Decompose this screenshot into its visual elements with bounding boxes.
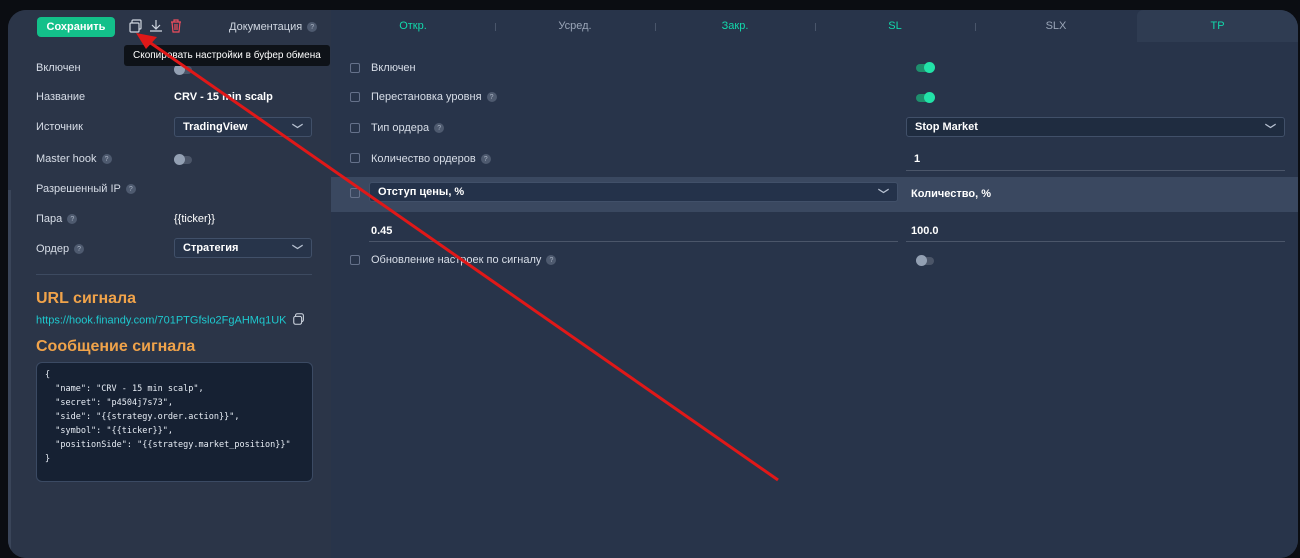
level-shift-toggle[interactable] [916, 92, 935, 103]
order-type-label-row: Тип ордера? [371, 117, 445, 139]
chevron-down-icon: ﹀ [292, 245, 303, 257]
order-type-label: Тип ордера [371, 122, 430, 134]
download-icon[interactable] [148, 18, 164, 34]
order-label: Ордер [36, 243, 70, 255]
checkbox[interactable] [350, 188, 360, 198]
save-button[interactable]: Сохранить [37, 17, 115, 37]
signal-message-code[interactable]: { "name": "CRV - 15 min scalp", "secret"… [36, 362, 313, 482]
input-underline [906, 170, 1285, 171]
divider [36, 274, 312, 275]
quantity-header: Количество, % [911, 188, 992, 200]
field-label-enabled: Включен [36, 62, 81, 74]
field-label-pair: Пара? [36, 208, 78, 230]
scroll-edge [8, 190, 11, 558]
tab-sl[interactable]: SL [815, 10, 975, 42]
field-label-allowed-ip: Разрешенный IP? [36, 178, 136, 200]
copy-icon[interactable] [128, 18, 144, 34]
master-hook-toggle[interactable] [174, 154, 192, 165]
copy-icon[interactable] [292, 312, 306, 329]
chevron-down-icon: ﹀ [1265, 124, 1276, 136]
tabs: Откр. Усред. Закр. SL SLX TP [331, 10, 1298, 42]
checkbox[interactable] [350, 255, 360, 265]
help-icon: ? [67, 214, 78, 224]
order-select[interactable]: Стратегия ﹀ [174, 238, 312, 258]
tp-enabled-label: Включен [371, 62, 416, 74]
checkbox[interactable] [350, 92, 360, 102]
right-panel: Откр. Усред. Закр. SL SLX TP Включен Пер… [331, 10, 1298, 558]
toolbar: Сохранить Документация? [8, 10, 331, 42]
left-panel: Сохранить Документация? Скопировать наст… [8, 10, 332, 558]
update-settings-toggle[interactable] [916, 255, 934, 266]
name-value[interactable]: CRV - 15 min scalp [174, 86, 273, 108]
master-hook-label: Master hook [36, 153, 97, 165]
message-section-title: Сообщение сигнала [36, 338, 196, 355]
field-label-master-hook: Master hook? [36, 148, 112, 170]
order-count-value[interactable]: 1 [914, 148, 920, 170]
price-offset-input[interactable]: 0.45 [371, 220, 392, 242]
url-section-title: URL сигнала [36, 290, 137, 307]
enabled-toggle[interactable] [174, 64, 192, 75]
documentation-label[interactable]: Документация [229, 21, 302, 33]
level-shift-label-row: Перестановка уровня? [371, 86, 497, 108]
update-settings-label: Обновление настроек по сигналу [371, 254, 542, 266]
documentation-link[interactable]: Документация? [229, 21, 318, 33]
help-icon: ? [125, 184, 136, 194]
signal-url-text[interactable]: https://hook.finandy.com/701PTGfslo2FgAH… [36, 314, 286, 326]
checkbox[interactable] [350, 63, 360, 73]
tab-slx[interactable]: SLX [975, 10, 1137, 42]
tab-open[interactable]: Откр. [331, 10, 495, 42]
checkbox[interactable] [350, 123, 360, 133]
field-label-source: Источник [36, 121, 83, 133]
pair-label: Пара [36, 213, 63, 225]
help-icon: ? [74, 244, 85, 254]
field-label-order: Ордер? [36, 238, 85, 260]
checkbox[interactable] [350, 153, 360, 163]
signal-url[interactable]: https://hook.finandy.com/701PTGfslo2FgAH… [36, 312, 306, 329]
chevron-down-icon: ﹀ [292, 124, 303, 136]
price-offset-select[interactable]: Отступ цены, % ﹀ [369, 182, 898, 202]
main-window: Сохранить Документация? Скопировать наст… [8, 10, 1298, 558]
order-count-label: Количество ордеров [371, 153, 476, 165]
tab-average[interactable]: Усред. [495, 10, 655, 42]
help-icon: ? [546, 255, 557, 265]
tp-enabled-toggle[interactable] [916, 62, 935, 73]
price-offset-value: Отступ цены, % [378, 186, 465, 198]
input-underline [906, 241, 1285, 242]
help-icon: ? [101, 154, 112, 164]
tab-tp[interactable]: TP [1137, 10, 1298, 42]
order-type-value: Stop Market [915, 121, 978, 133]
field-label-name: Название [36, 91, 86, 103]
chevron-down-icon: ﹀ [878, 189, 889, 201]
help-icon: ? [307, 22, 318, 33]
source-select[interactable]: TradingView ﹀ [174, 117, 312, 137]
order-type-select[interactable]: Stop Market ﹀ [906, 117, 1285, 137]
source-value: TradingView [183, 121, 248, 133]
trash-icon[interactable] [168, 18, 184, 34]
quantity-input[interactable]: 100.0 [911, 220, 939, 242]
order-count-label-row: Количество ордеров? [371, 148, 491, 170]
help-icon: ? [480, 154, 491, 164]
level-shift-label: Перестановка уровня [371, 91, 482, 103]
tab-close[interactable]: Закр. [655, 10, 815, 42]
update-settings-label-row: Обновление настроек по сигналу? [371, 249, 557, 271]
pair-value[interactable]: {{ticker}} [174, 208, 215, 230]
allowed-ip-label: Разрешенный IP [36, 183, 121, 195]
help-icon: ? [486, 92, 497, 102]
input-underline [369, 241, 898, 242]
help-icon: ? [434, 123, 445, 133]
tooltip: Скопировать настройки в буфер обмена [124, 45, 330, 66]
order-value: Стратегия [183, 242, 239, 254]
